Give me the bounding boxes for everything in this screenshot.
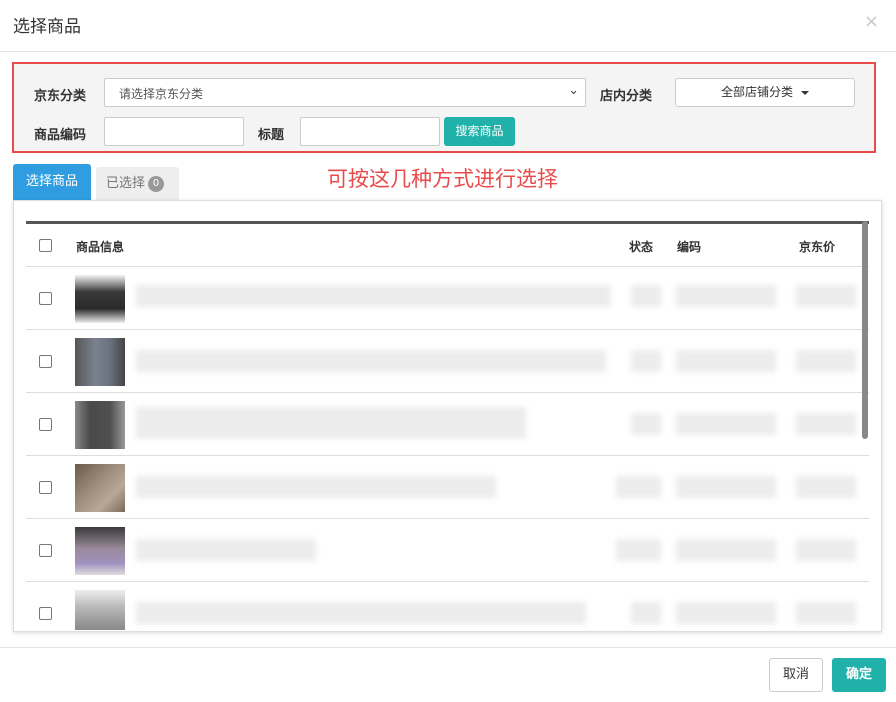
title-label: 标题 — [258, 128, 285, 143]
tab-select-products[interactable]: 选择商品 — [13, 164, 91, 200]
blurred-status — [631, 602, 661, 624]
shop-category-value: 全部店铺分类 — [720, 85, 793, 99]
blurred-product-title — [136, 602, 586, 624]
modal-title: 选择商品 — [13, 17, 81, 37]
product-thumbnail — [75, 401, 125, 449]
select-all-checkbox[interactable] — [39, 239, 52, 252]
column-header-status: 状态 — [629, 240, 654, 254]
table-scrollbar[interactable] — [862, 221, 868, 439]
jd-category-select[interactable]: 请选择京东分类 ⌄ — [104, 78, 586, 107]
search-products-button[interactable]: 搜索商品 — [444, 117, 515, 146]
blurred-product-title — [136, 539, 316, 561]
tab-selected[interactable]: 已选择 0 — [96, 167, 179, 200]
blurred-price — [796, 476, 856, 498]
chevron-down-icon: ⌄ — [568, 83, 579, 98]
blurred-code — [676, 476, 776, 498]
blurred-price — [796, 602, 856, 624]
tab-selected-label: 已选择 — [106, 176, 146, 191]
blurred-status — [631, 285, 661, 307]
product-thumbnail — [75, 338, 125, 386]
table-row[interactable] — [26, 519, 869, 582]
row-checkbox[interactable] — [39, 607, 52, 620]
blurred-product-title — [136, 285, 611, 307]
blurred-code — [676, 539, 776, 561]
title-input[interactable] — [300, 117, 440, 146]
shop-category-dropdown[interactable]: 全部店铺分类 — [675, 78, 855, 107]
product-thumbnail — [75, 527, 125, 575]
blurred-code — [676, 413, 776, 435]
product-list-panel: 商品信息 状态 编码 京东价 — [13, 200, 882, 632]
column-header-price: 京东价 — [799, 240, 836, 254]
caret-down-icon — [801, 90, 809, 95]
blurred-price — [796, 285, 856, 307]
confirm-button[interactable]: 确定 — [832, 658, 886, 692]
shop-category-label: 店内分类 — [600, 89, 653, 104]
row-checkbox[interactable] — [39, 418, 52, 431]
blurred-code — [676, 602, 776, 624]
blurred-product-title — [136, 476, 496, 498]
modal-footer: 取消 确定 — [0, 647, 896, 702]
blurred-status — [616, 476, 661, 498]
blurred-code — [676, 350, 776, 372]
product-thumbnail — [75, 590, 125, 630]
blurred-price — [796, 539, 856, 561]
row-checkbox[interactable] — [39, 544, 52, 557]
blurred-status — [616, 539, 661, 561]
table-row[interactable] — [26, 330, 869, 393]
blurred-product-title — [136, 350, 606, 372]
column-header-info: 商品信息 — [76, 240, 125, 254]
product-thumbnail — [75, 464, 125, 512]
blurred-status — [631, 350, 661, 372]
blurred-product-title — [136, 407, 526, 439]
jd-category-label: 京东分类 — [34, 89, 87, 104]
table-row[interactable] — [26, 393, 869, 456]
blurred-code — [676, 285, 776, 307]
cancel-button[interactable]: 取消 — [769, 658, 823, 692]
column-header-code: 编码 — [677, 240, 702, 254]
row-checkbox[interactable] — [39, 292, 52, 305]
blurred-price — [796, 413, 856, 435]
product-code-input[interactable] — [104, 117, 244, 146]
select-product-modal: 选择商品 × 京东分类 请选择京东分类 ⌄ 店内分类 全部店铺分类 商品编码 标… — [0, 0, 896, 702]
product-code-label: 商品编码 — [34, 128, 87, 143]
row-checkbox[interactable] — [39, 481, 52, 494]
table-row[interactable] — [26, 582, 869, 631]
jd-category-placeholder: 请选择京东分类 — [119, 87, 204, 101]
close-icon[interactable]: × — [864, 11, 879, 32]
blurred-status — [631, 413, 661, 435]
blurred-price — [796, 350, 856, 372]
table-row[interactable] — [26, 456, 869, 519]
annotation-text: 可按这几种方式进行选择 — [327, 167, 558, 191]
table-header: 商品信息 状态 编码 京东价 — [26, 224, 869, 267]
filter-panel: 京东分类 请选择京东分类 ⌄ 店内分类 全部店铺分类 商品编码 标题 搜索商品 — [12, 62, 876, 153]
modal-header: 选择商品 × — [0, 0, 896, 52]
selected-count-badge: 0 — [148, 175, 165, 192]
table-row[interactable] — [26, 267, 869, 330]
product-thumbnail — [75, 275, 125, 323]
row-checkbox[interactable] — [39, 355, 52, 368]
